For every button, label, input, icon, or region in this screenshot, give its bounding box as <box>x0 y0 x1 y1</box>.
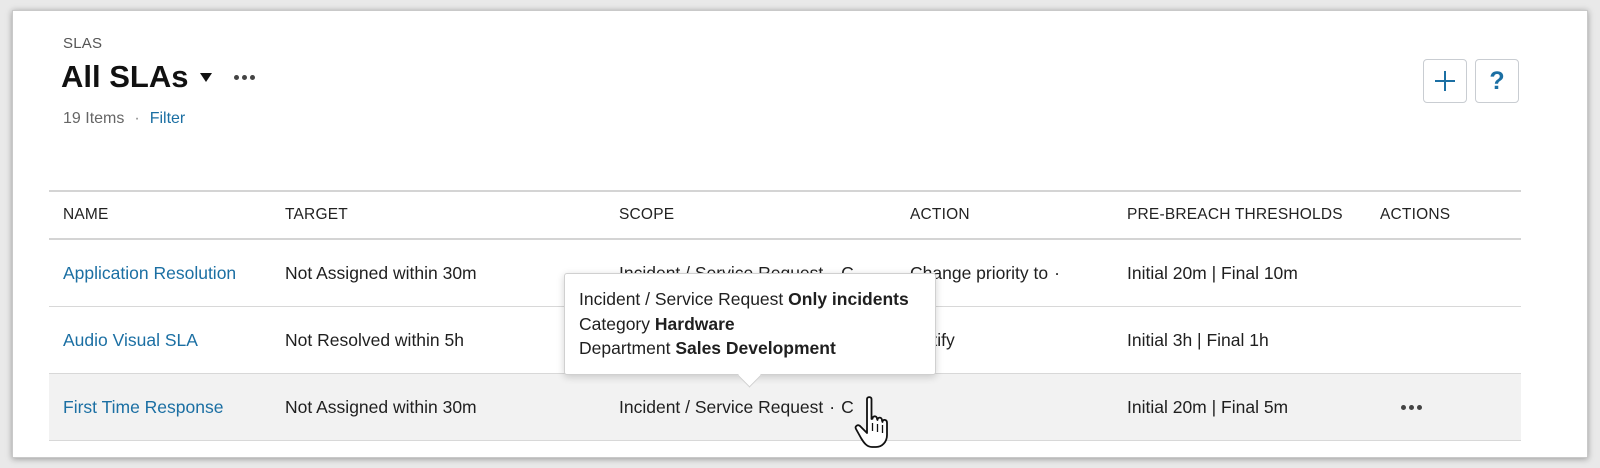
help-icon: ? <box>1489 66 1505 95</box>
scope-more[interactable]: C <box>841 397 854 417</box>
sla-target: Not Resolved within 5h <box>285 330 464 350</box>
column-header-scope[interactable]: SCOPE <box>619 192 879 238</box>
row-actions-icon[interactable] <box>1401 405 1422 410</box>
table-row[interactable]: First Time Response Not Assigned within … <box>49 374 1521 441</box>
scope-tooltip: Incident / Service Request Only incident… <box>564 273 936 388</box>
column-header-target[interactable]: TARGET <box>285 192 585 238</box>
tooltip-label: Department <box>579 338 671 358</box>
add-sla-button[interactable] <box>1423 59 1467 103</box>
hand-pointer-icon <box>854 396 888 448</box>
tooltip-line: Category Hardware <box>579 312 921 337</box>
column-header-thresholds[interactable]: PRE-BREACH THRESHOLDS <box>1127 192 1367 238</box>
sla-thresholds: Initial 20m | Final 5m <box>1127 397 1289 417</box>
meta-separator: · <box>134 110 140 127</box>
column-header-name[interactable]: NAME <box>63 192 253 238</box>
sla-name-link[interactable]: Audio Visual SLA <box>63 307 253 373</box>
tooltip-line: Incident / Service Request Only incident… <box>579 287 921 312</box>
tooltip-value: Only incidents <box>788 289 909 309</box>
title-row: All SLAs <box>61 59 257 95</box>
help-button[interactable]: ? <box>1475 59 1519 103</box>
page-title: All SLAs <box>61 59 189 94</box>
column-header-actions: ACTIONS <box>1380 206 1451 223</box>
tooltip-value: Hardware <box>654 313 735 334</box>
plus-icon <box>1435 71 1455 91</box>
filter-link[interactable]: Filter <box>150 110 186 128</box>
list-meta: 19 Items · Filter <box>63 110 185 128</box>
action-more[interactable]: · <box>1054 263 1060 283</box>
tooltip-label: Category <box>579 313 651 334</box>
sla-target: Not Assigned within 30m <box>285 397 477 417</box>
app-window: SLAS All SLAs 19 Items · Filter ? NAME T… <box>12 10 1588 458</box>
sla-name-link[interactable]: Application Resolution <box>63 240 253 306</box>
sla-thresholds: Initial 20m | Final 10m <box>1127 263 1298 283</box>
tooltip-value: Sales Development <box>675 338 836 358</box>
sla-action <box>910 374 1110 440</box>
more-options-icon[interactable] <box>232 71 257 84</box>
sla-target: Not Assigned within 30m <box>285 263 477 283</box>
table-header: NAME TARGET SCOPE ACTION PRE-BREACH THRE… <box>49 190 1521 240</box>
tooltip-label: Incident / Service Request <box>579 289 784 309</box>
item-count: 19 Items <box>63 110 125 127</box>
sla-name-link[interactable]: First Time Response <box>63 374 253 440</box>
sla-action: Change priority to · <box>910 240 1110 306</box>
section-label: SLAS <box>63 35 103 52</box>
sla-thresholds: Initial 3h | Final 1h <box>1127 330 1269 350</box>
sla-action: Notify <box>910 307 1110 373</box>
scope-separator: · <box>829 397 836 417</box>
column-header-action[interactable]: ACTION <box>910 192 1110 238</box>
tooltip-line: Department Sales Development <box>579 336 921 361</box>
view-dropdown-caret-icon[interactable] <box>200 72 213 82</box>
sla-list-page: SLAS All SLAs 19 Items · Filter ? NAME T… <box>13 11 1587 457</box>
scope-text: Incident / Service Request <box>619 397 824 417</box>
